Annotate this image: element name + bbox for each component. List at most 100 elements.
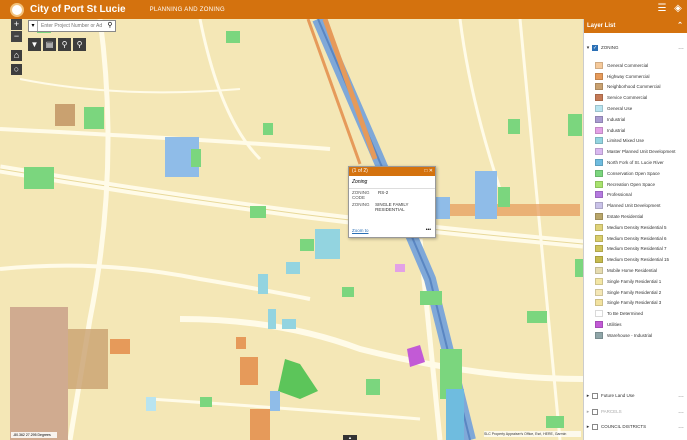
legend-item: Medium Density Residential 6 xyxy=(584,233,687,244)
legend-label: North Fork of St. Lucie River xyxy=(607,160,664,166)
legend-swatch xyxy=(595,94,603,102)
city-seal-logo xyxy=(10,2,24,17)
legend-item: Limited Mixed Use xyxy=(584,136,687,147)
collapse-panel-icon[interactable]: ⌃ xyxy=(677,19,683,33)
legend-item: Utilities xyxy=(584,319,687,330)
home-button[interactable]: ⌂ xyxy=(11,50,22,61)
legend-swatch xyxy=(595,223,603,231)
filter-tool-button[interactable]: ▼ xyxy=(28,38,41,51)
legend-label: General Commercial xyxy=(607,62,649,68)
legend-label: Industrial xyxy=(607,116,626,122)
legend-item: Medium Density Residential 5 xyxy=(584,222,687,233)
popup-title: Zoning xyxy=(349,176,435,189)
legend-swatch xyxy=(595,288,603,296)
layer-options-button[interactable]: … xyxy=(678,424,684,430)
legend-item: Medium Density Residential 15 xyxy=(584,254,687,265)
map-attribution: SLC Property Appraiser's Office, Esri, H… xyxy=(484,431,581,437)
legend-label: Estate Residential xyxy=(607,214,644,220)
layer-options-button[interactable]: … xyxy=(678,409,684,415)
more-actions-button[interactable]: ••• xyxy=(426,227,431,233)
list-icon[interactable]: ☰ xyxy=(657,3,667,15)
legend-item: Estate Residential xyxy=(584,211,687,222)
legend-swatch xyxy=(595,234,603,242)
legend-label: Single Family Residential 1 xyxy=(607,278,662,284)
legend-item: Mobile Home Residential xyxy=(584,265,687,276)
layer-checkbox[interactable] xyxy=(592,392,598,399)
legend-label: To Be Determined xyxy=(607,311,644,317)
app-header: City of Port St Lucie PLANNING AND ZONIN… xyxy=(0,0,687,19)
legend-swatch xyxy=(595,115,603,123)
app-title: City of Port St Lucie xyxy=(30,4,126,15)
popup-window-controls[interactable]: □ ✕ xyxy=(424,167,433,176)
chevron-down-icon[interactable]: ▾ xyxy=(584,45,592,51)
layer-name: ZONING xyxy=(601,45,619,50)
legend-label: Conservation Open Space xyxy=(607,170,660,176)
legend-label: Single Family Residential 2 xyxy=(607,289,662,295)
zoom-out-button[interactable]: − xyxy=(11,31,22,42)
search-icon[interactable]: ⚲ xyxy=(105,21,115,31)
chevron-right-icon[interactable]: ▸ xyxy=(584,409,592,415)
legend-item: North Fork of St. Lucie River xyxy=(584,157,687,168)
layer-options-button[interactable]: … xyxy=(678,393,684,399)
chevron-right-icon[interactable]: ▸ xyxy=(584,424,592,430)
legend-item: Single Family Residential 1 xyxy=(584,276,687,287)
legend-label: Utilities xyxy=(607,322,622,328)
chevron-right-icon[interactable]: ▸ xyxy=(584,393,592,399)
popup-counter: (1 of 2) xyxy=(352,168,368,174)
locate-button[interactable]: ○ xyxy=(11,64,22,75)
layer-list-panel: Layer List ⌃ ▾ ✓ ZONING … General Commer… xyxy=(583,19,687,440)
legend-item: To Be Determined xyxy=(584,308,687,319)
legend-item: Professional xyxy=(584,190,687,201)
popup-row: ZONING CODE RS-2 xyxy=(352,190,389,200)
legend-swatch xyxy=(595,213,603,221)
layer-zoning[interactable]: ▾ ✓ ZONING … xyxy=(584,43,687,52)
legend-item: Planned Unit Development xyxy=(584,200,687,211)
legend-swatch xyxy=(595,83,603,91)
search-widget[interactable]: ▾ ⚲ xyxy=(28,20,116,32)
search-tool-button[interactable]: ⚲ xyxy=(58,38,71,51)
legend-swatch xyxy=(595,105,603,113)
legend-item: Single Family Residential 3 xyxy=(584,298,687,309)
legend-swatch xyxy=(595,202,603,210)
legend-label: Mobile Home Residential xyxy=(607,268,658,274)
legend-swatch xyxy=(595,126,603,134)
map-canvas xyxy=(0,19,583,440)
legend-swatch xyxy=(595,180,603,188)
legend-item: Warehouse - Industrial xyxy=(584,330,687,341)
legend-label: Service Commercial xyxy=(607,95,648,101)
zoom-in-button[interactable]: + xyxy=(11,19,22,30)
collapse-toggle-button[interactable]: ▲ xyxy=(343,435,357,440)
legend-label: Medium Density Residential 7 xyxy=(607,246,667,252)
layer-parcels[interactable]: ▸ PARCELS … xyxy=(584,407,687,416)
layer-checkbox[interactable] xyxy=(592,408,598,415)
legend-label: Medium Density Residential 5 xyxy=(607,224,667,230)
legend-swatch xyxy=(595,310,603,318)
legend-swatch xyxy=(595,331,603,339)
layer-checkbox[interactable]: ✓ xyxy=(592,44,598,51)
legend-swatch xyxy=(595,299,603,307)
legend-item: Single Family Residential 2 xyxy=(584,287,687,298)
layers-icon[interactable]: ◈ xyxy=(673,3,683,15)
layer-options-button[interactable]: … xyxy=(678,45,684,51)
legend-label: Master Planned Unit Development xyxy=(607,149,676,155)
zoom-to-link[interactable]: Zoom to xyxy=(352,228,369,233)
search-input[interactable] xyxy=(38,23,105,29)
feature-popup: (1 of 2) □ ✕ Zoning ZONING CODE RS-2 ZON… xyxy=(348,166,436,238)
layer-future-land-use[interactable]: ▸ Future Land Use … xyxy=(584,391,687,400)
legend-item: Industrial xyxy=(584,114,687,125)
chart-tool-button[interactable]: ▤ xyxy=(43,38,56,51)
legend-label: Medium Density Residential 15 xyxy=(607,257,670,263)
layer-checkbox[interactable] xyxy=(592,423,598,430)
layer-list-title: Layer List xyxy=(587,23,616,29)
legend-label: Neighborhood Commercial xyxy=(607,84,661,90)
map-view[interactable]: + − ⌂ ○ xyxy=(0,19,583,440)
query-tool-button[interactable]: ⚲ xyxy=(73,38,86,51)
layer-council-districts[interactable]: ▸ COUNCIL DISTRICTS … xyxy=(584,422,687,431)
legend-label: Highway Commercial xyxy=(607,73,650,79)
legend-item: Highway Commercial xyxy=(584,71,687,82)
search-source-dropdown[interactable]: ▾ xyxy=(29,21,38,31)
legend-swatch xyxy=(595,148,603,156)
legend-label: Single Family Residential 3 xyxy=(607,300,662,306)
legend-label: Planned Unit Development xyxy=(607,203,661,209)
legend-swatch xyxy=(595,137,603,145)
